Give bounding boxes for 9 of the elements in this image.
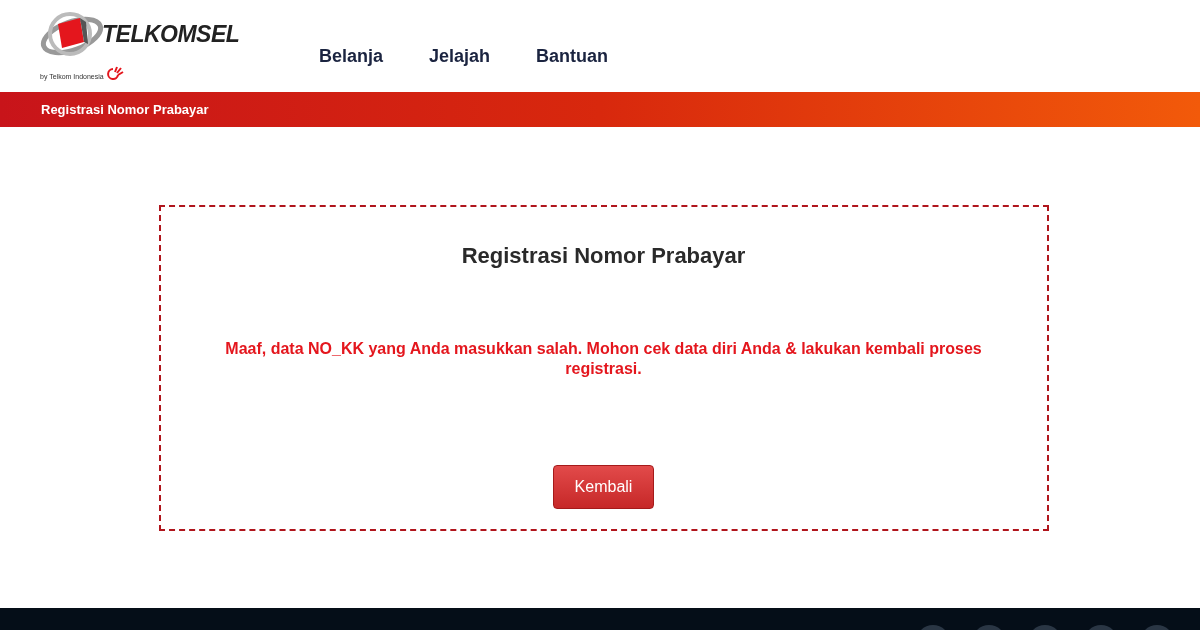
nav-link[interactable]: Belanja xyxy=(319,46,384,67)
brand-name: TELKOMSEL xyxy=(102,20,240,48)
page-title: Registrasi Nomor Prabayar xyxy=(41,102,209,117)
nav-link[interactable]: Jelajah xyxy=(429,46,491,67)
error-message: Maaf, data NO_KK yang Anda masukkan salah. Mohon cek data diri Anda & lakukan kembali proses registrasi. xyxy=(224,339,983,379)
panel-title: Registrasi Nomor Prabayar xyxy=(461,243,746,269)
nav-link[interactable]: Bantuan xyxy=(536,46,609,67)
back-button[interactable]: Kembali xyxy=(553,465,654,509)
hand-logo-icon xyxy=(105,66,124,80)
